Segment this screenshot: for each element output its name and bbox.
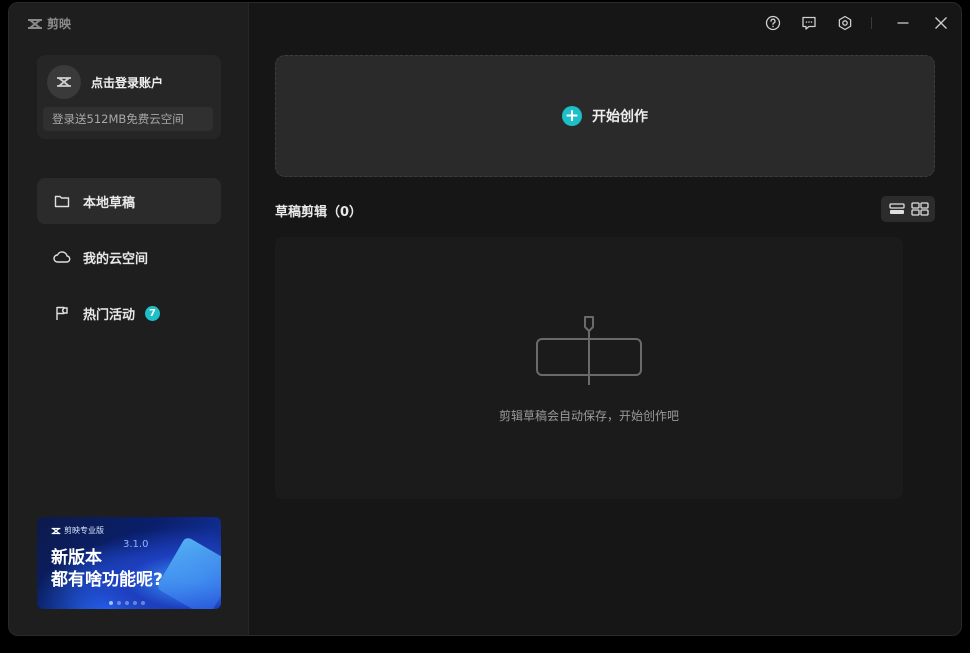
settings-icon — [838, 15, 852, 31]
capcut-logo-icon — [28, 18, 42, 29]
feedback-icon — [802, 16, 816, 30]
close-icon — [935, 17, 947, 29]
settings-button[interactable] — [835, 13, 855, 33]
grid-view-button[interactable] — [910, 200, 930, 218]
login-bonus-banner[interactable]: 登录送512MB免费云空间 — [43, 107, 213, 131]
promo-brand: 剪映专业版 — [51, 525, 104, 536]
flag-icon — [53, 304, 71, 322]
help-icon — [765, 15, 781, 31]
promo-decoration — [156, 536, 221, 609]
grid-view-icon — [910, 202, 929, 216]
promo-subheadline: 都有啥功能呢? — [51, 570, 163, 590]
notification-badge: 7 — [145, 305, 161, 321]
help-button[interactable] — [763, 13, 783, 33]
sidebar-item-label: 我的云空间 — [83, 251, 149, 267]
account-card[interactable]: 点击登录账户 登录送512MB免费云空间 — [37, 55, 221, 139]
carousel-dot[interactable] — [125, 601, 129, 605]
carousel-dot[interactable] — [109, 601, 113, 605]
capcut-avatar-icon — [57, 77, 71, 87]
plus-icon: + — [562, 106, 582, 126]
sidebar-item-label: 热门活动 — [83, 307, 136, 323]
feedback-button[interactable] — [799, 13, 819, 33]
minimize-icon — [897, 22, 909, 24]
minimize-button[interactable] — [893, 13, 913, 33]
carousel-dots[interactable] — [109, 601, 145, 605]
list-view-button[interactable] — [887, 200, 907, 218]
empty-state-message: 剪辑草稿会自动保存，开始创作吧 — [498, 409, 679, 423]
app-logo: 剪映 — [27, 15, 71, 32]
promo-banner[interactable]: 剪映专业版 3.1.0 新版本 都有啥功能呢? — [37, 517, 221, 609]
drafts-section-title: 草稿剪辑（0） — [275, 205, 363, 220]
drafts-empty-state: 剪辑草稿会自动保存，开始创作吧 — [275, 237, 903, 499]
start-creation-button[interactable]: + 开始创作 — [275, 55, 935, 177]
promo-version: 3.1.0 — [123, 539, 149, 550]
carousel-dot[interactable] — [141, 601, 145, 605]
sidebar: 剪映 点击登录账户 登录送512MB免费云空间 本地草稿 我的云空间 热门活动 … — [9, 3, 249, 635]
cloud-icon — [53, 248, 71, 266]
list-view-icon — [888, 203, 905, 214]
start-creation-label: 开始创作 — [592, 109, 648, 125]
sidebar-item-cloud-space[interactable]: 我的云空间 — [37, 234, 221, 280]
view-mode-toggle[interactable] — [881, 196, 935, 222]
empty-drafts-icon — [536, 316, 642, 385]
carousel-dot[interactable] — [117, 601, 121, 605]
avatar[interactable] — [47, 65, 81, 99]
sidebar-item-hot-events[interactable]: 热门活动 7 — [37, 290, 221, 336]
titlebar-divider — [871, 17, 872, 29]
login-title[interactable]: 点击登录账户 — [91, 74, 163, 91]
sidebar-item-label: 本地草稿 — [83, 195, 136, 211]
app-logo-text: 剪映 — [47, 17, 72, 31]
carousel-dot[interactable] — [133, 601, 137, 605]
capcut-logo-icon — [51, 527, 61, 534]
sidebar-item-local-drafts[interactable]: 本地草稿 — [37, 178, 221, 224]
app-window: 剪映 点击登录账户 登录送512MB免费云空间 本地草稿 我的云空间 热门活动 … — [8, 2, 962, 636]
folder-icon — [53, 192, 71, 210]
close-button[interactable] — [931, 13, 951, 33]
